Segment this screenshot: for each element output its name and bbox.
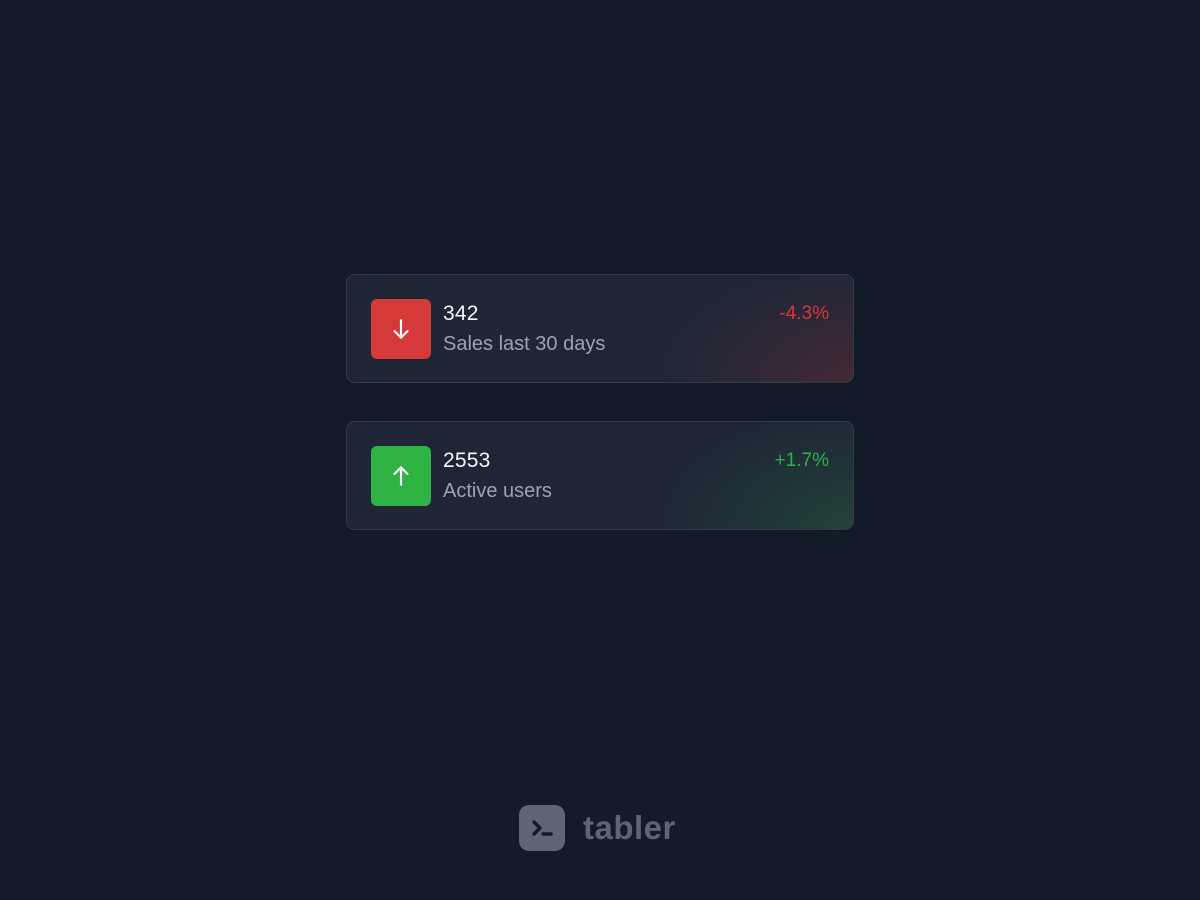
users-trend-badge [371, 446, 431, 506]
arrow-down-icon [393, 319, 409, 339]
sales-value: 342 [443, 302, 479, 325]
users-change: +1.7% [774, 450, 829, 471]
terminal-icon [519, 805, 565, 851]
sales-stat-card[interactable]: 342 Sales last 30 days -4.3% [346, 274, 854, 383]
arrow-up-icon [393, 466, 409, 486]
page: 342 Sales last 30 days -4.3% 2553 Active… [0, 0, 1200, 900]
brand-logo: tabler [519, 805, 676, 851]
users-value: 2553 [443, 449, 491, 472]
sales-change: -4.3% [779, 303, 829, 324]
users-stat-card[interactable]: 2553 Active users +1.7% [346, 421, 854, 530]
sales-trend-badge [371, 299, 431, 359]
sales-label: Sales last 30 days [443, 333, 606, 355]
users-label: Active users [443, 480, 552, 502]
brand-name: tabler [583, 809, 676, 846]
